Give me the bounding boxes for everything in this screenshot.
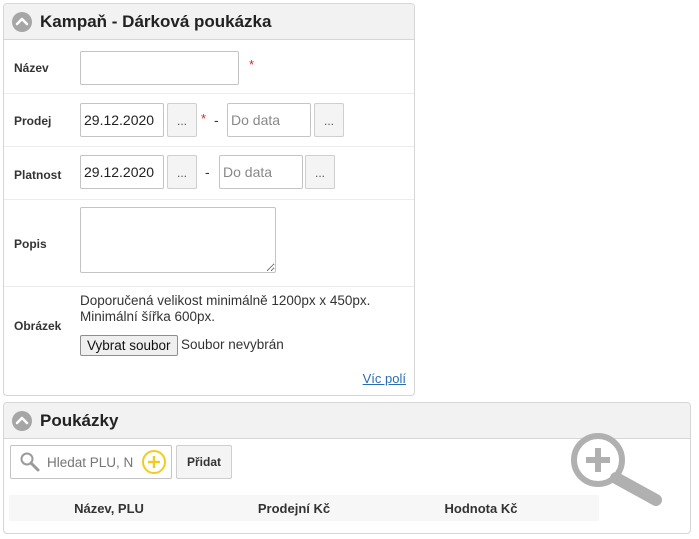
vouchers-title: Poukázky: [40, 411, 119, 430]
validity-date-separator: -: [205, 164, 210, 180]
name-input[interactable]: [80, 51, 239, 85]
sale-to-date-input[interactable]: [227, 103, 311, 137]
column-sale-price: Prodejní Kč: [257, 501, 331, 516]
validity-from-date-input[interactable]: [80, 155, 164, 189]
image-row: Obrázek Doporučená velikost minimálně 12…: [4, 287, 414, 395]
plus-circle-icon[interactable]: [141, 449, 167, 475]
sale-from-date-picker-button[interactable]: ...: [167, 103, 197, 137]
validity-row: Platnost ... - ...: [4, 147, 414, 200]
sale-label: Prodej: [14, 114, 52, 128]
campaign-title: Kampaň - Dárková poukázka: [40, 12, 272, 31]
more-fields-link[interactable]: Víc polí: [363, 371, 406, 386]
validity-to-date-input[interactable]: [219, 155, 303, 189]
name-required-mark: *: [249, 57, 255, 72]
voucher-search-input[interactable]: [47, 448, 133, 476]
zoom-in-icon: [571, 433, 662, 506]
add-voucher-button[interactable]: Přidat: [176, 445, 233, 479]
choose-file-button[interactable]: Vybrat soubor: [80, 335, 178, 356]
image-hint-line-1: Doporučená velikost minimálně 1200px x 4…: [80, 293, 371, 308]
sale-row: Prodej ... * - ...: [4, 94, 414, 147]
description-textarea[interactable]: [80, 207, 276, 273]
collapse-vouchers-button[interactable]: [12, 411, 32, 431]
search-icon: [20, 452, 40, 472]
validity-to-date-picker-button[interactable]: ...: [305, 155, 335, 189]
voucher-table-header: Název, PLU Prodejní Kč Hodnota Kč: [9, 495, 599, 521]
no-file-status: Soubor nevybrán: [181, 337, 284, 352]
campaign-panel-header: Kampaň - Dárková poukázka: [4, 4, 414, 40]
name-row: Název *: [4, 41, 414, 94]
name-label: Název: [14, 61, 49, 75]
validity-label: Platnost: [14, 168, 62, 182]
column-name-plu: Název, PLU: [74, 501, 144, 516]
validity-from-date-picker-button[interactable]: ...: [167, 155, 197, 189]
sale-date-separator: -: [214, 112, 219, 128]
image-size-hint: Doporučená velikost minimálně 1200px x 4…: [80, 293, 370, 325]
voucher-search-box: [10, 445, 172, 479]
image-hint-line-2: Minimální šířka 600px.: [80, 309, 216, 324]
description-label: Popis: [14, 237, 47, 251]
sale-to-date-picker-button[interactable]: ...: [314, 103, 344, 137]
chevron-up-icon: [15, 17, 29, 26]
column-value: Hodnota Kč: [444, 501, 518, 516]
campaign-panel: Kampaň - Dárková poukázka Název * Prodej…: [3, 3, 415, 396]
sale-required-mark: *: [201, 111, 207, 126]
chevron-up-icon: [15, 416, 29, 425]
image-label: Obrázek: [14, 319, 62, 333]
sale-from-date-input[interactable]: [80, 103, 164, 137]
collapse-campaign-button[interactable]: [12, 12, 32, 32]
description-row: Popis: [4, 200, 414, 287]
